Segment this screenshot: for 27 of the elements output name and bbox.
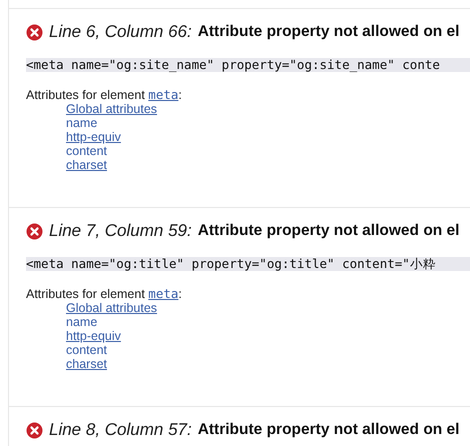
- error-message: Attribute property not allowed on el: [198, 221, 460, 241]
- attributes-label: Attributes for element: [26, 88, 146, 102]
- attribute-link[interactable]: charset: [66, 357, 107, 371]
- element-link[interactable]: meta: [148, 87, 178, 102]
- code-excerpt: <meta name="og:site_name" property="og:site_name" conte: [26, 58, 470, 72]
- error-icon: [26, 222, 43, 240]
- error-location: Line 6, Column 66:: [49, 22, 192, 42]
- attribute-name: name: [66, 315, 98, 329]
- error-icon: [26, 24, 43, 40]
- attribute-name: content: [66, 144, 108, 158]
- code-excerpt: <meta name="og:title" property="og:title" content="小粋: [26, 257, 470, 271]
- attributes-label: Attributes for element: [26, 287, 146, 301]
- element-link[interactable]: meta: [148, 286, 178, 301]
- attribute-link[interactable]: Global attributes: [66, 102, 158, 116]
- error-location: Line 8, Column 57:: [49, 420, 192, 440]
- colon-text: :: [178, 287, 182, 301]
- attribute-link[interactable]: http-equiv: [66, 130, 121, 144]
- error-message: Attribute property not allowed on el: [198, 420, 460, 440]
- attribute-link[interactable]: Global attributes: [66, 301, 158, 315]
- attribute-link[interactable]: charset: [66, 158, 107, 172]
- error-location: Line 7, Column 59:: [49, 221, 192, 241]
- attribute-name: content: [66, 343, 108, 357]
- error-icon: [26, 422, 43, 438]
- colon-text: :: [178, 88, 182, 102]
- attribute-name: name: [66, 116, 98, 130]
- error-message: Attribute property not allowed on el: [198, 22, 460, 42]
- attribute-link[interactable]: http-equiv: [66, 329, 121, 343]
